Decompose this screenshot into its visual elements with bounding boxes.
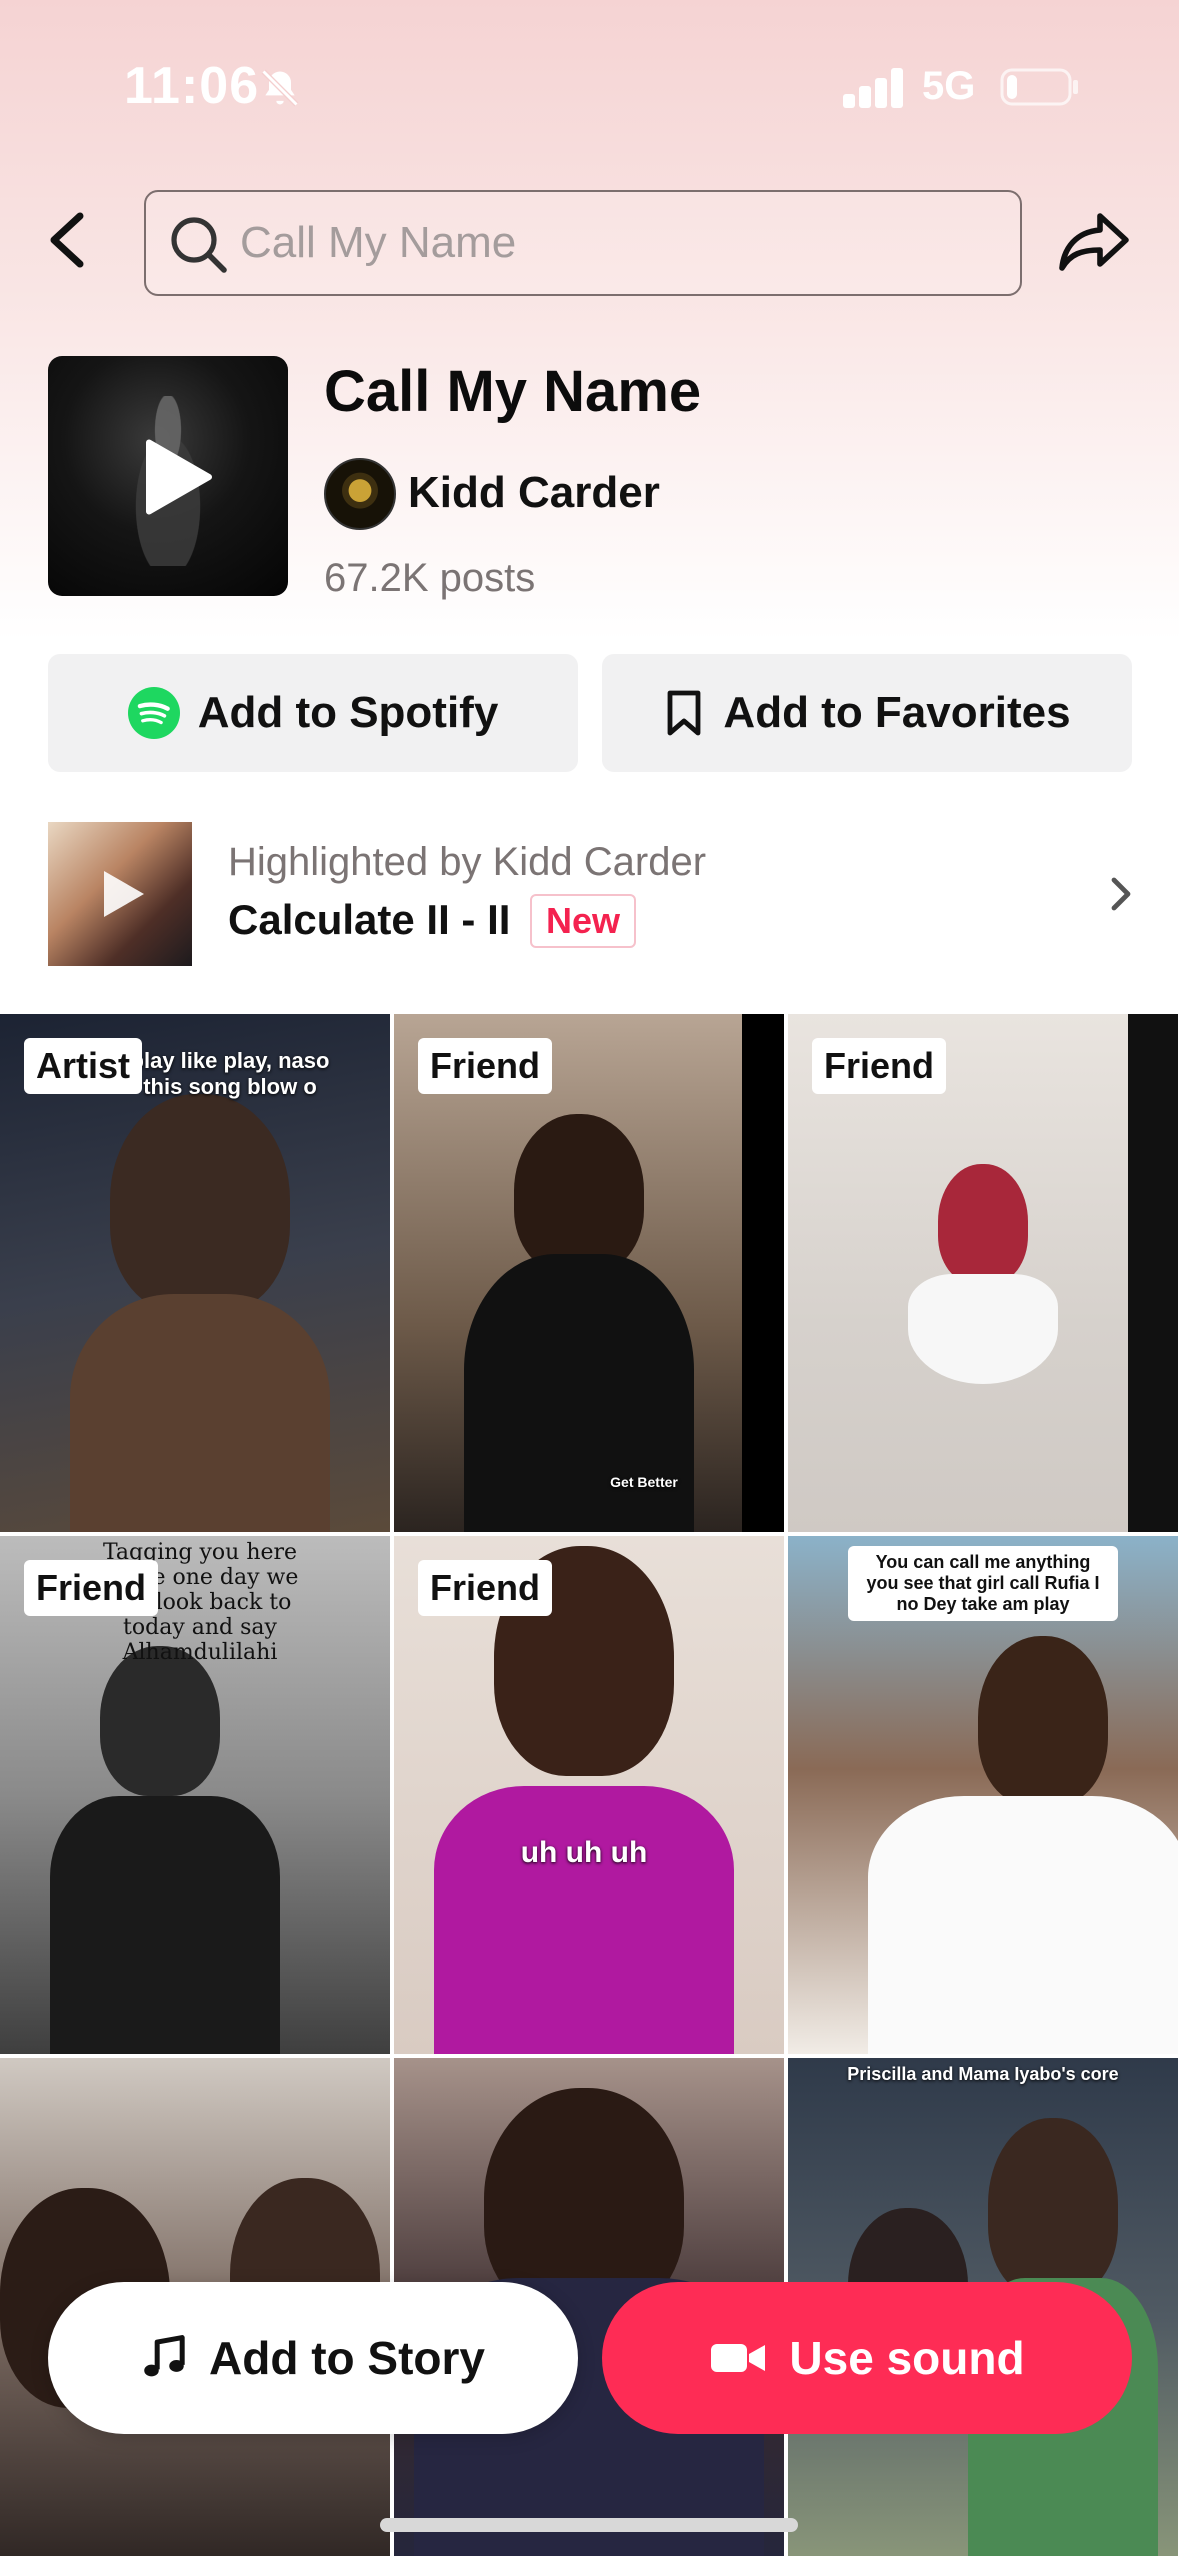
video-caption: uh uh uh — [520, 1836, 648, 1869]
video-side-bar — [1128, 1014, 1178, 1532]
video-tile[interactable]: Friend — [788, 1014, 1178, 1532]
video-tile[interactable]: Get Better Friend — [394, 1014, 784, 1532]
add-to-spotify-button[interactable]: Add to Spotify — [48, 654, 578, 772]
video-tile[interactable]: You can call me anything you see that gi… — [788, 1536, 1178, 2054]
sound-cover[interactable] — [48, 356, 288, 596]
signal-icon — [843, 68, 903, 108]
video-person-body — [434, 1786, 734, 2054]
video-person-body — [50, 1796, 280, 2054]
video-caption: play like play, naso this song blow o — [130, 1048, 330, 1099]
add-to-story-button[interactable]: Add to Story — [48, 2282, 578, 2434]
artist-name[interactable]: Kidd Carder — [408, 468, 660, 518]
add-to-favorites-button[interactable]: Add to Favorites — [602, 654, 1132, 772]
video-person-body — [464, 1254, 694, 1532]
search-query: Call My Name — [240, 218, 517, 267]
sound-title: Call My Name — [324, 359, 702, 424]
play-icon — [104, 871, 144, 917]
music-note-icon — [144, 2335, 185, 2377]
video-caption: Get Better — [610, 1474, 678, 1490]
status-time: 11:06 — [124, 57, 260, 115]
video-tag: Friend — [418, 1560, 553, 1616]
home-indicator[interactable] — [380, 2518, 798, 2532]
add-to-spotify-label: Add to Spotify — [197, 688, 499, 737]
video-person — [988, 2118, 1118, 2298]
chevron-right-icon[interactable] — [1104, 874, 1136, 914]
spotify-icon — [127, 687, 180, 739]
highlight-by[interactable]: Highlighted by Kidd Carder — [228, 840, 706, 885]
bookmark-icon — [668, 690, 701, 736]
video-caption: You can call me anything you see that gi… — [848, 1546, 1118, 1621]
highlight-title[interactable]: Calculate II - II — [228, 896, 510, 944]
video-tag: Friend — [418, 1038, 553, 1094]
video-caption: Priscilla and Mama Iyabo's core — [847, 2064, 1119, 2084]
video-tile[interactable]: uh uh uh Friend — [394, 1536, 784, 2054]
search-input[interactable]: Call My Name — [144, 190, 1022, 296]
new-badge: New — [530, 894, 637, 948]
use-sound-label: Use sound — [789, 2332, 1025, 2384]
back-icon[interactable] — [40, 210, 96, 270]
battery-icon — [1000, 68, 1078, 106]
add-to-favorites-label: Add to Favorites — [723, 688, 1071, 737]
video-person — [100, 1646, 220, 1796]
video-person — [110, 1094, 290, 1314]
video-person — [938, 1164, 1028, 1284]
highlight-thumbnail[interactable] — [48, 822, 192, 966]
video-person-body — [70, 1294, 330, 1532]
video-tag: Friend — [24, 1560, 159, 1616]
video-skirt — [908, 1274, 1058, 1384]
video-tile[interactable]: play like play, naso this song blow o Ar… — [0, 1014, 390, 1532]
add-to-story-label: Add to Story — [209, 2332, 485, 2384]
video-tag: Artist — [24, 1038, 143, 1094]
video-tag: Friend — [812, 1038, 947, 1094]
share-icon[interactable] — [1056, 210, 1132, 274]
video-person-body — [868, 1796, 1178, 2054]
avatar[interactable] — [324, 458, 396, 530]
video-person — [514, 1114, 644, 1274]
network-label: 5G — [922, 64, 976, 108]
video-person — [978, 1636, 1108, 1806]
posts-count: 67.2K posts — [324, 556, 536, 600]
video-camera-icon — [711, 2344, 766, 2372]
play-icon[interactable] — [128, 432, 218, 522]
search-icon — [171, 217, 227, 273]
video-tile[interactable]: Tagging you here cause one day we will l… — [0, 1536, 390, 2054]
bell-off-icon — [261, 69, 299, 107]
video-side-bar — [742, 1014, 784, 1532]
use-sound-button[interactable]: Use sound — [602, 2282, 1132, 2434]
